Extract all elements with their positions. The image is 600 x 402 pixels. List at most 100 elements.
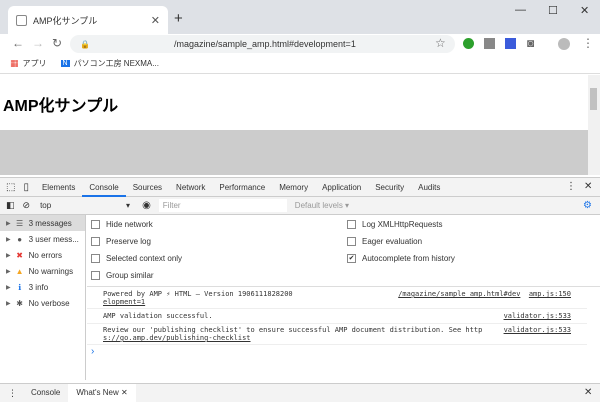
browser-tab[interactable]: AMP化サンプル ✕ <box>8 6 168 34</box>
sidebar-item-label: No warnings <box>28 266 74 276</box>
checkbox-label: Preserve log <box>106 237 151 246</box>
back-icon[interactable]: ← <box>12 34 24 52</box>
setting-checkbox[interactable]: Preserve log <box>91 233 182 250</box>
settings-gear-icon[interactable]: ⚙ <box>583 200 592 211</box>
bookmark-nexmag[interactable]: N パソコン工房 NEXMA... <box>60 58 159 69</box>
close-tab-icon[interactable]: ✕ <box>151 14 160 27</box>
checkbox-label: Autocomplete from history <box>362 254 455 263</box>
setting-checkbox[interactable]: Log XMLHttpRequests <box>347 216 455 233</box>
clear-console-icon[interactable]: ⊘ <box>23 200 31 211</box>
maximize-icon[interactable]: ☐ <box>548 4 558 17</box>
lock-icon: 🔒 <box>80 39 90 49</box>
bookmark-apps[interactable]: ▦ アプリ <box>10 58 47 69</box>
devtools-menu-icon[interactable]: ⋮ <box>566 181 576 192</box>
menu-icon[interactable]: ⋮ <box>582 34 594 52</box>
error-icon: ✖ <box>16 250 23 260</box>
new-tab-button[interactable]: + <box>174 10 183 27</box>
source-link[interactable]: amp.js:150 <box>529 290 571 298</box>
drawer-tabs: ⋮ Console What's New ✕ ✕ <box>0 383 600 402</box>
sidebar-toggle-icon[interactable]: ◧ <box>6 200 15 211</box>
tab-list: Elements Console Sources Network Performance… <box>35 178 447 197</box>
setting-checkbox[interactable]: ✔ Autocomplete from history <box>347 250 455 267</box>
tab-application[interactable]: Application <box>315 178 368 197</box>
drawer-tab-console[interactable]: Console <box>23 384 68 402</box>
scrollbar-thumb[interactable] <box>590 88 597 110</box>
console-message: AMP validation successful. validator.js:5… <box>87 310 587 324</box>
checkbox-label: Log XMLHttpRequests <box>362 220 443 229</box>
levels-select[interactable]: Default levels ▾ <box>295 201 349 210</box>
message-link[interactable]: /magazine/sample_amp.html#dev <box>398 290 520 298</box>
avatar[interactable] <box>558 38 570 50</box>
sidebar-item-label: No errors <box>28 250 62 260</box>
user-icon: ● <box>17 234 23 244</box>
warning-icon: ▲ <box>15 266 24 276</box>
message-link[interactable]: elopment=1 <box>103 298 571 306</box>
setting-checkbox[interactable]: Selected context only <box>91 250 182 267</box>
omnibox[interactable]: 🔒 /magazine/sample_amp.html#development=… <box>70 35 455 53</box>
tab-sources[interactable]: Sources <box>126 178 169 197</box>
close-window-icon[interactable]: ✕ <box>580 4 589 17</box>
extension-icon[interactable] <box>505 38 516 49</box>
apps-grid-icon: ▦ <box>10 58 19 68</box>
device-icon[interactable]: ▯ <box>23 182 29 193</box>
checkbox-label: Selected context only <box>106 254 183 263</box>
devtools-tabs: ⬚ ▯ Elements Console Sources Network Perform… <box>0 177 600 197</box>
tab-title: AMP化サンプル <box>33 15 98 26</box>
checkbox <box>347 237 356 246</box>
nexmag-icon: N <box>60 60 70 67</box>
tab-security[interactable]: Security <box>368 178 411 197</box>
sidebar-item-label: No verbose <box>28 298 70 308</box>
source-link[interactable]: validator.js:533 <box>504 312 571 321</box>
checkbox <box>91 237 100 246</box>
setting-checkbox[interactable]: Hide network <box>91 216 182 233</box>
sidebar-item[interactable]: ▶ ▲ No warnings <box>0 263 85 279</box>
bookmark-label: パソコン工房 NEXMA... <box>73 59 159 68</box>
context-select[interactable]: top ▾ <box>40 201 130 210</box>
drawer-menu-icon[interactable]: ⋮ <box>8 388 17 399</box>
setting-checkbox[interactable]: Eager evaluation <box>347 233 455 250</box>
console-message: Review our 'publishing checklist' to ens… <box>87 324 587 345</box>
eye-icon[interactable]: ◉ <box>142 200 151 211</box>
tab-elements[interactable]: Elements <box>35 178 82 197</box>
camera-icon[interactable]: ◙ <box>527 34 534 52</box>
tab-memory[interactable]: Memory <box>272 178 315 197</box>
console-toolbar: ◧ ⊘ top ▾ ◉ Filter Default levels ▾ ⚙ <box>0 197 600 215</box>
setting-checkbox[interactable]: Group similar <box>91 267 182 284</box>
tab-audits[interactable]: Audits <box>411 178 447 197</box>
source-link[interactable]: validator.js:533 <box>504 326 571 334</box>
bookmark-star-icon[interactable]: ☆ <box>435 34 446 52</box>
sidebar-item[interactable]: ▶ ✱ No verbose <box>0 295 85 311</box>
devtools-close-icon[interactable]: ✕ <box>584 181 592 192</box>
tab-performance[interactable]: Performance <box>212 178 272 197</box>
list-icon: ☰ <box>16 218 24 228</box>
checkbox-label: Eager evaluation <box>362 237 423 246</box>
checkbox <box>91 254 100 263</box>
bookmark-label: アプリ <box>22 59 47 68</box>
filter-input[interactable]: Filter <box>158 199 287 212</box>
checkbox <box>347 220 356 229</box>
tab-console[interactable]: Console <box>82 178 126 197</box>
sidebar-item-label: 3 user mess... <box>28 234 79 244</box>
reload-icon[interactable]: ↻ <box>52 34 62 52</box>
checkbox-label: Group similar <box>106 271 154 280</box>
sidebar-item[interactable]: ▶ ☰ 3 messages <box>0 215 85 231</box>
inspect-icon[interactable]: ⬚ <box>6 182 15 193</box>
message-link[interactable]: s://go.amp.dev/publishing-checklist <box>103 334 571 342</box>
extension-icon[interactable] <box>484 38 495 49</box>
console-prompt[interactable]: › <box>91 346 94 357</box>
minimize-icon[interactable]: — <box>515 4 526 16</box>
forward-icon[interactable]: → <box>32 34 44 52</box>
tab-network[interactable]: Network <box>169 178 212 197</box>
sidebar-item[interactable]: ▶ ● 3 user mess... <box>0 231 85 247</box>
sidebar-item[interactable]: ▶ ✖ No errors <box>0 247 85 263</box>
info-icon: ℹ <box>18 282 22 292</box>
bookmarks-bar: ▦ アプリ N パソコン工房 NEXMA... <box>0 54 600 74</box>
drawer-tab-whats-new[interactable]: What's New ✕ <box>68 384 136 402</box>
sidebar-item[interactable]: ▶ ℹ 3 info <box>0 279 85 295</box>
drawer-close-icon[interactable]: ✕ <box>584 387 592 398</box>
page-gray-block <box>0 130 588 175</box>
url-text[interactable]: /magazine/sample_amp.html#development=1 <box>174 39 356 49</box>
extension-icon[interactable] <box>463 38 474 49</box>
console-settings: Hide network Preserve log Selected context… <box>87 215 600 287</box>
checkbox <box>91 271 100 280</box>
